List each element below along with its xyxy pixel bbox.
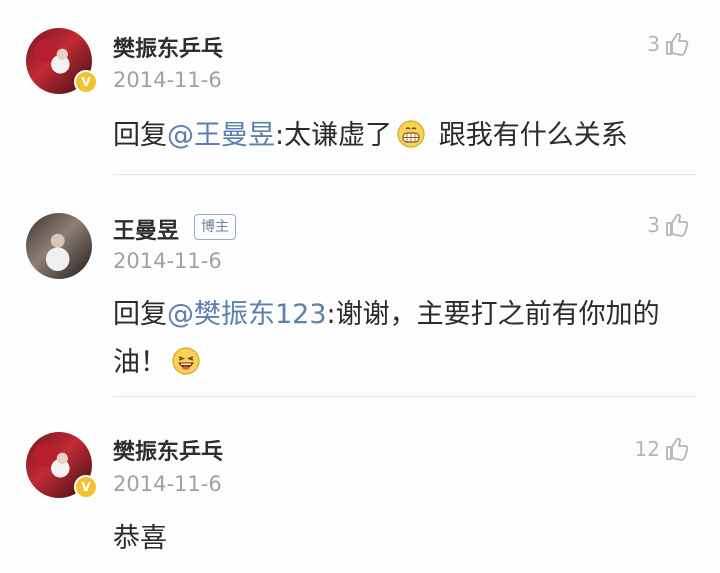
- divider: [113, 174, 696, 175]
- thumbs-up-icon: [664, 31, 690, 57]
- thumbs-up-icon: [664, 212, 690, 238]
- comment-author[interactable]: 樊振东乒乓: [113, 31, 223, 63]
- divider: [113, 396, 696, 397]
- laugh-icon: [172, 347, 200, 375]
- comment-date: 2014-11-6: [113, 249, 222, 273]
- comment-item: 王曼昱 博主 2014-11-6 3 回复@樊振东123:谢谢，主要打之前有你加…: [0, 180, 720, 400]
- comment-list: V 樊振东乒乓 2014-11-6 3 回复@王曼昱:太谦虚了 跟我有什么关系: [0, 0, 720, 573]
- like-count: 12: [634, 437, 660, 461]
- verified-badge-icon: V: [74, 475, 98, 499]
- comment-text: 回复@王曼昱:太谦虚了 跟我有什么关系: [113, 112, 696, 160]
- like-count: 3: [647, 32, 660, 56]
- reply-prefix: 回复: [113, 120, 167, 151]
- comment-text: 恭喜: [113, 523, 167, 554]
- comment-author[interactable]: 王曼昱: [113, 213, 179, 245]
- avatar[interactable]: [26, 213, 92, 279]
- reply-prefix: 回复: [113, 299, 167, 330]
- comment-author[interactable]: 樊振东乒乓: [113, 434, 223, 466]
- verified-badge-icon: V: [74, 70, 98, 94]
- mention-link[interactable]: @樊振东123: [167, 299, 327, 330]
- thumbs-up-icon: [664, 436, 690, 462]
- comment-text: 回复@樊振东123:谢谢，主要打之前有你加的油！: [113, 291, 696, 387]
- like-button[interactable]: 3: [647, 212, 690, 238]
- comment-date: 2014-11-6: [113, 68, 222, 92]
- comment-date: 2014-11-6: [113, 472, 222, 496]
- comment-item: V 樊振东乒乓 2014-11-6 3 回复@王曼昱:太谦虚了 跟我有什么关系: [0, 0, 720, 180]
- comment-text-part: :太谦虚了: [275, 120, 393, 151]
- like-button[interactable]: 3: [647, 31, 690, 57]
- comment-item: V 樊振东乒乓 2014-11-6 12 恭喜: [0, 400, 720, 573]
- mention-link[interactable]: @王曼昱: [167, 120, 275, 151]
- like-button[interactable]: 12: [635, 436, 690, 462]
- grin-icon: [397, 120, 425, 148]
- comment-text-part: 跟我有什么关系: [430, 120, 628, 151]
- like-count: 3: [647, 213, 660, 237]
- blogger-badge: 博主: [194, 214, 236, 240]
